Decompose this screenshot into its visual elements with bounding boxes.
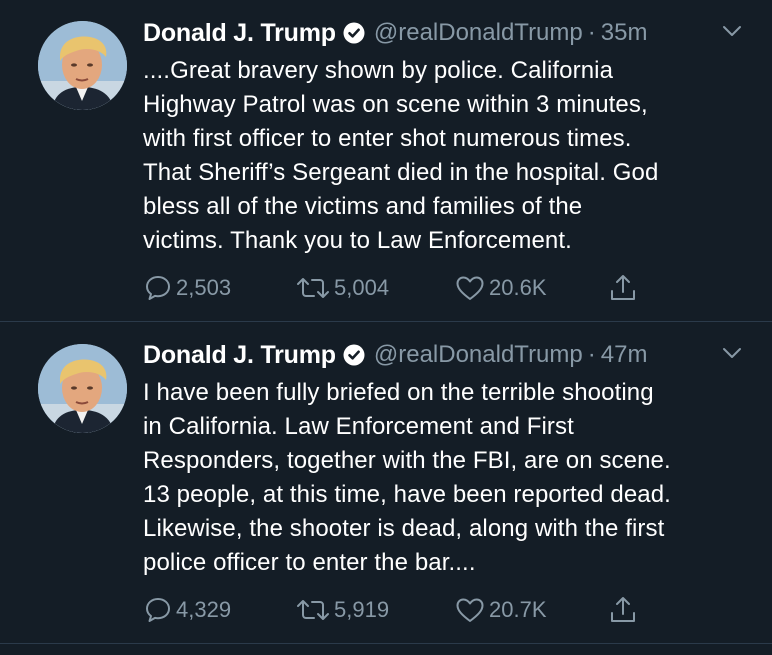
like-count: 20.6K	[489, 275, 547, 300]
chevron-down-icon[interactable]	[722, 24, 742, 38]
tweet-text: I have been fully briefed on the terribl…	[143, 376, 743, 580]
share-icon	[608, 273, 638, 303]
like-button[interactable]: 20.7K	[454, 593, 547, 627]
heart-icon	[454, 595, 486, 625]
tweet-text-line: with first officer to enter shot numerou…	[143, 125, 632, 152]
share-button[interactable]	[608, 271, 638, 305]
share-button[interactable]	[608, 593, 638, 627]
timestamp[interactable]: 35m	[601, 19, 648, 47]
divider	[0, 643, 772, 644]
like-count: 20.7K	[489, 597, 547, 622]
retweet-count: 5,919	[334, 597, 390, 622]
tweet-header: Donald J. Trump @realDonaldTrump · 35m	[143, 16, 742, 50]
tweet[interactable]: Donald J. Trump @realDonaldTrump · 47m I…	[0, 322, 772, 642]
author-name[interactable]: Donald J. Trump	[143, 19, 336, 48]
chevron-down-icon[interactable]	[722, 346, 742, 360]
heart-icon	[454, 273, 486, 303]
tweet-text-line: Responders, together with the FBI, are o…	[143, 447, 671, 474]
tweet-text-line: 13 people, at this time, have been repor…	[143, 481, 671, 508]
tweet-text: ....Great bravery shown by police. Calif…	[143, 54, 743, 258]
timeline-feed: Donald J. Trump @realDonaldTrump · 35m .…	[0, 0, 772, 655]
tweet-text-line: I have been fully briefed on the terribl…	[143, 379, 654, 406]
retweet-icon	[295, 595, 331, 625]
author-handle[interactable]: @realDonaldTrump	[374, 19, 583, 47]
tweet-text-line: police officer to enter the bar....	[143, 549, 476, 576]
verified-badge-icon	[343, 22, 365, 44]
retweet-icon	[295, 273, 331, 303]
separator-dot: ·	[587, 19, 596, 46]
tweet-actions: 2,503 5,004 20.6K	[143, 271, 663, 305]
avatar[interactable]	[38, 344, 127, 433]
verified-badge-icon	[343, 344, 365, 366]
reply-count: 2,503	[176, 275, 232, 300]
author-handle[interactable]: @realDonaldTrump	[374, 341, 583, 369]
tweet-header: Donald J. Trump @realDonaldTrump · 47m	[143, 338, 742, 372]
separator-dot: ·	[587, 341, 596, 368]
tweet-text-line: in California. Law Enforcement and First	[143, 413, 574, 440]
like-button[interactable]: 20.6K	[454, 271, 547, 305]
reply-icon	[143, 273, 173, 303]
author-name[interactable]: Donald J. Trump	[143, 341, 336, 370]
retweet-button[interactable]: 5,919	[295, 593, 389, 627]
tweet-text-line: victims. Thank you to Law Enforcement.	[143, 227, 572, 254]
reply-icon	[143, 595, 173, 625]
share-icon	[608, 595, 638, 625]
tweet-text-line: ....Great bravery shown by police. Calif…	[143, 57, 614, 84]
timestamp[interactable]: 47m	[601, 341, 648, 369]
tweet-text-line: Highway Patrol was on scene within 3 min…	[143, 91, 648, 118]
tweet-text-line: That Sheriff’s Sergeant died in the hosp…	[143, 159, 659, 186]
avatar[interactable]	[38, 21, 127, 110]
reply-count: 4,329	[176, 597, 232, 622]
retweet-count: 5,004	[334, 275, 390, 300]
tweet-text-line: bless all of the victims and families of…	[143, 193, 583, 220]
tweet-text-line: Likewise, the shooter is dead, along wit…	[143, 515, 665, 542]
reply-button[interactable]: 2,503	[143, 271, 231, 305]
reply-button[interactable]: 4,329	[143, 593, 231, 627]
retweet-button[interactable]: 5,004	[295, 271, 389, 305]
tweet-actions: 4,329 5,919 20.7K	[143, 593, 663, 627]
tweet[interactable]: Donald J. Trump @realDonaldTrump · 35m .…	[0, 0, 772, 321]
